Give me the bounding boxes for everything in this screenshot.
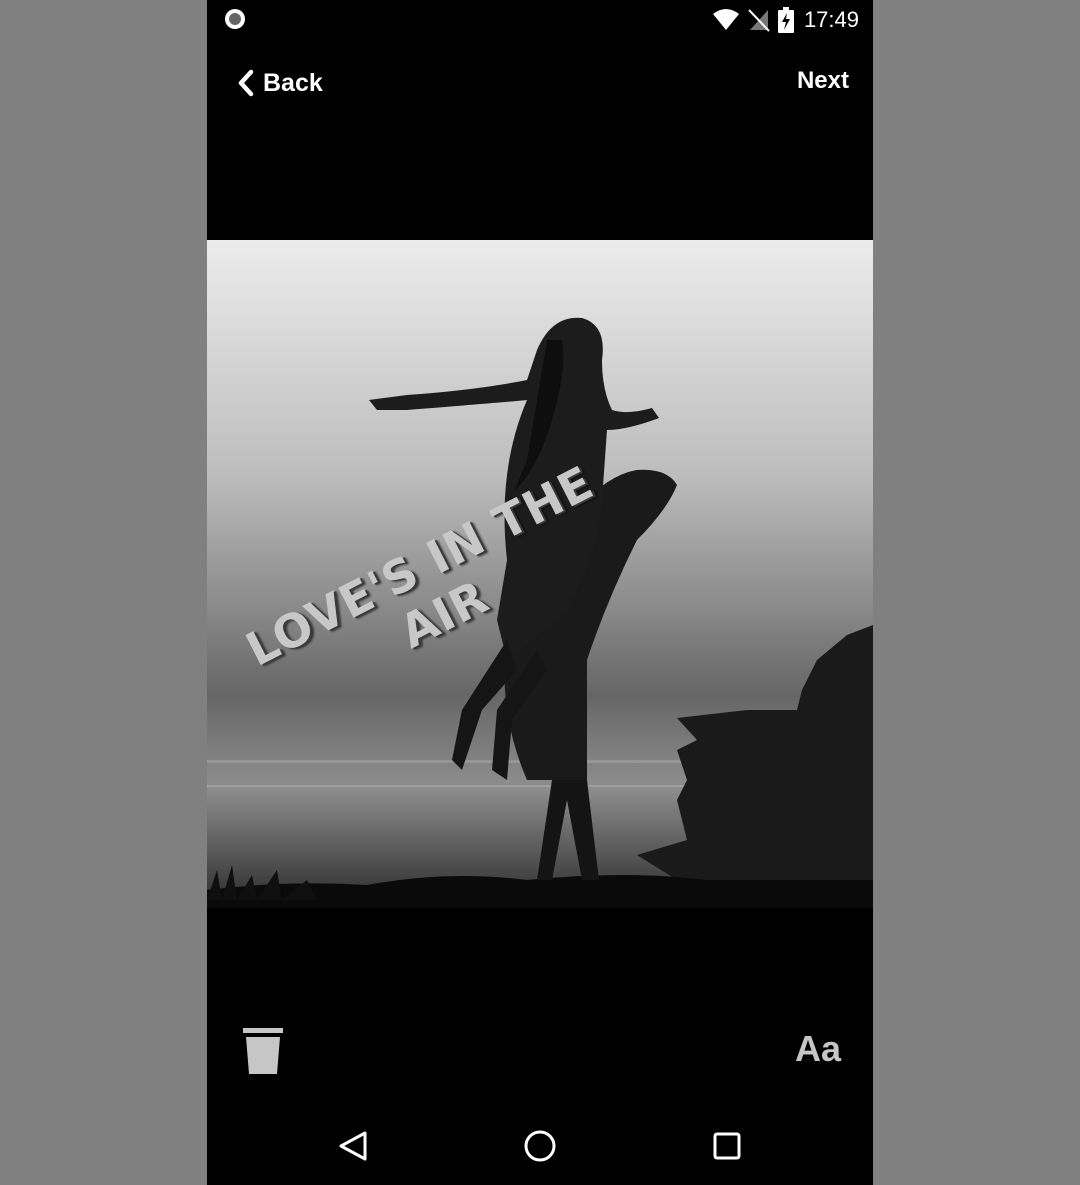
text-style-button[interactable]: Aa (795, 1028, 841, 1070)
no-sim-icon (748, 9, 770, 32)
record-dot-icon (225, 9, 245, 29)
status-time: 17:49 (803, 7, 859, 32)
battery-charging-icon (777, 7, 794, 33)
home-circle-icon[interactable] (522, 1128, 558, 1164)
bottom-toolbar: Aa (207, 1020, 873, 1080)
back-triangle-icon[interactable] (335, 1128, 371, 1164)
back-label: Back (263, 68, 323, 97)
chevron-left-icon (238, 69, 254, 97)
navigation-bar (207, 1108, 873, 1185)
status-icons: 17:49 (712, 6, 859, 34)
trash-icon[interactable] (243, 1028, 283, 1074)
top-bar: Back Next (207, 55, 873, 111)
phone-screen: 17:49 Back Next LOVE'S IN THE AIR Aa (207, 0, 873, 1185)
wifi-icon (712, 9, 739, 30)
recents-square-icon[interactable] (709, 1128, 745, 1164)
next-button[interactable]: Next (797, 67, 849, 95)
back-button[interactable]: Back (237, 65, 323, 101)
status-bar: 17:49 (207, 0, 873, 40)
photo-canvas[interactable]: LOVE'S IN THE AIR (207, 240, 873, 908)
